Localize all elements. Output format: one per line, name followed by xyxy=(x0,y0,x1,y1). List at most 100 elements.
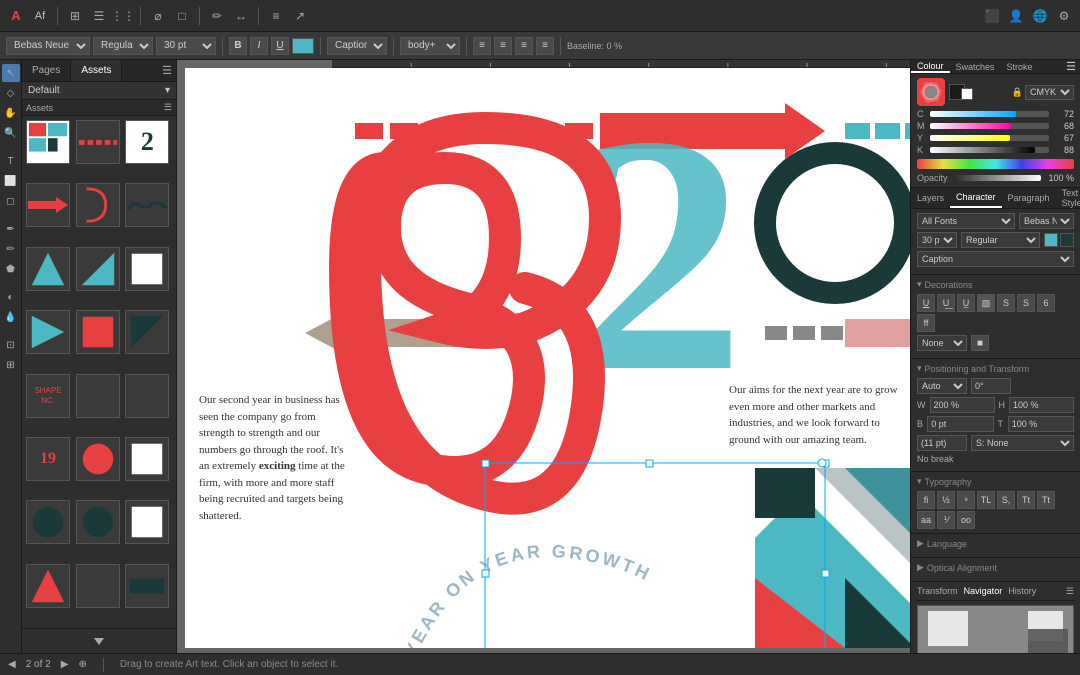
typo-s-button[interactable]: S, xyxy=(997,491,1015,509)
typography-arrow-icon[interactable]: ▾ xyxy=(917,476,922,487)
canvas-area[interactable]: 2 Our second year in business has seen t… xyxy=(177,60,910,653)
asset-triangle-red[interactable] xyxy=(26,564,70,608)
char-color-2[interactable] xyxy=(1060,233,1074,247)
typo-fi-button[interactable]: fi xyxy=(917,491,935,509)
text-tool[interactable]: T xyxy=(2,152,20,170)
asset-thumbnail-1[interactable] xyxy=(26,120,70,164)
typo-tt-button[interactable]: Tt xyxy=(1017,491,1035,509)
align-center-button[interactable]: ≡ xyxy=(494,37,512,55)
font-size-select[interactable]: 30 pt xyxy=(156,37,216,55)
view-icon[interactable]: ☰ xyxy=(89,6,109,26)
color-wheel-icon[interactable] xyxy=(917,78,945,106)
pan-tool[interactable]: ✋ xyxy=(2,104,20,122)
m-slider-track[interactable] xyxy=(930,123,1049,129)
asset-curve-1[interactable] xyxy=(76,183,120,227)
kerning-input[interactable] xyxy=(917,435,967,451)
tracking-input[interactable] xyxy=(1008,416,1074,432)
frame-text-tool[interactable]: ⬜ xyxy=(2,172,20,190)
font-family-select[interactable]: Bebas Neue xyxy=(6,37,90,55)
asset-number-2[interactable]: 2 xyxy=(125,120,169,164)
k-slider-track[interactable] xyxy=(930,147,1049,153)
small-caps-s-button[interactable]: S xyxy=(997,294,1015,312)
char-caption-select[interactable]: Caption xyxy=(917,251,1074,267)
language-select-2[interactable]: S: None xyxy=(971,435,1074,451)
assets-menu-button[interactable]: ☰ xyxy=(158,60,176,81)
frame-icon[interactable]: □ xyxy=(172,6,192,26)
globe-icon[interactable]: 🌐 xyxy=(1030,6,1050,26)
navigator-nav-tab[interactable]: Navigator xyxy=(964,586,1003,597)
settings-icon[interactable]: ⚙ xyxy=(1054,6,1074,26)
color-spectrum[interactable] xyxy=(917,159,1074,169)
asset-triangle-1[interactable] xyxy=(26,247,70,291)
artboard-tool[interactable]: ◻ xyxy=(2,192,20,210)
asset-circle-red[interactable] xyxy=(76,437,120,481)
ligature-button[interactable]: ff xyxy=(917,314,935,332)
asset-empty-3[interactable] xyxy=(76,564,120,608)
justify-button[interactable]: ≡ xyxy=(536,37,554,55)
share-icon[interactable]: ↗ xyxy=(290,6,310,26)
typo-aa-button[interactable]: aa xyxy=(917,511,935,529)
asset-triangle-2[interactable] xyxy=(76,247,120,291)
typo-super-button[interactable]: ⁹ xyxy=(957,491,975,509)
assets-section-menu-icon[interactable]: ☰ xyxy=(164,102,172,113)
all-caps-s-button[interactable]: S xyxy=(1017,294,1035,312)
layers-tab[interactable]: Layers xyxy=(911,188,950,208)
position-auto-select[interactable]: Auto xyxy=(917,378,967,394)
decoration-color-button[interactable]: ■ xyxy=(971,335,989,351)
rotation-input[interactable] xyxy=(971,378,1011,394)
app-logo-icon[interactable]: A xyxy=(6,6,26,26)
underline-type-3-button[interactable]: U̲ xyxy=(957,294,975,312)
asset-empty-1[interactable] xyxy=(76,374,120,418)
align-right-button[interactable]: ≡ xyxy=(515,37,533,55)
navigator-menu-icon[interactable]: ☰ xyxy=(1066,586,1074,597)
zoom-tool[interactable]: 🔍 xyxy=(2,124,20,142)
navigator-preview[interactable] xyxy=(917,605,1074,653)
text-color-swatch[interactable] xyxy=(292,38,314,54)
assets-collapse-icon[interactable]: ▾ xyxy=(165,85,170,96)
panel-options-icon[interactable]: ☰ xyxy=(1062,60,1080,73)
next-page-button[interactable]: ▶ xyxy=(61,659,69,670)
body-style-select[interactable]: body+ xyxy=(400,37,460,55)
asset-number-19[interactable]: 19 xyxy=(26,437,70,481)
bold-button[interactable]: B xyxy=(229,37,247,55)
app-logo2-icon[interactable]: Af xyxy=(30,6,50,26)
underline-type-2-button[interactable]: U͟ xyxy=(937,294,955,312)
asset-wave-1[interactable] xyxy=(125,183,169,227)
char-size-select[interactable]: 30 pt xyxy=(917,232,957,248)
asset-square-2[interactable] xyxy=(125,437,169,481)
fill-tool[interactable]: ◐ xyxy=(2,288,20,306)
char-style-select[interactable]: Regular xyxy=(961,232,1040,248)
pages-tab[interactable]: Pages xyxy=(22,60,71,81)
stroke-tab[interactable]: Stroke xyxy=(1001,60,1039,73)
asset-triangle-4[interactable] xyxy=(125,310,169,354)
asset-square-dark-1[interactable] xyxy=(76,310,120,354)
typo-frac2-button[interactable]: ⅟ xyxy=(937,511,955,529)
history-nav-tab[interactable]: History xyxy=(1008,586,1036,597)
paragraph-tab[interactable]: Paragraph xyxy=(1002,188,1056,208)
asset-circle-dark-1[interactable] xyxy=(26,500,70,544)
place-image-tool[interactable]: ⊡ xyxy=(2,336,20,354)
underline-type-1-button[interactable]: U xyxy=(917,294,935,312)
font-name-select[interactable]: Bebas Neue xyxy=(1019,213,1074,229)
table-tool[interactable]: ⊞ xyxy=(2,356,20,374)
scroll-icon[interactable] xyxy=(91,633,107,649)
font-style-select[interactable]: Regular xyxy=(93,37,153,55)
pencil-tool[interactable]: ✏ xyxy=(2,240,20,258)
asset-square-3[interactable] xyxy=(125,500,169,544)
optical-alignment-arrow-icon[interactable]: ▶ xyxy=(917,562,924,573)
asset-shape-nc[interactable]: SHAPENC. xyxy=(26,374,70,418)
asset-red-dash-1[interactable] xyxy=(76,120,120,164)
baseline-shift-input[interactable] xyxy=(927,416,993,432)
asset-arrow-1[interactable] xyxy=(26,183,70,227)
typo-tl-button[interactable]: TL xyxy=(977,491,995,509)
color-picker-tool[interactable]: 💧 xyxy=(2,308,20,326)
assets-tab[interactable]: Assets xyxy=(71,60,122,81)
typo-tt2-button[interactable]: Tt xyxy=(1037,491,1055,509)
height-input[interactable] xyxy=(1009,397,1074,413)
width-input[interactable] xyxy=(930,397,995,413)
decoration-none-select[interactable]: None xyxy=(917,335,967,351)
positioning-arrow-icon[interactable]: ▾ xyxy=(917,363,922,374)
prev-page-button[interactable]: ◀ xyxy=(8,659,16,670)
number-6-button[interactable]: 6 xyxy=(1037,294,1055,312)
character-tab[interactable]: Character xyxy=(950,188,1002,208)
